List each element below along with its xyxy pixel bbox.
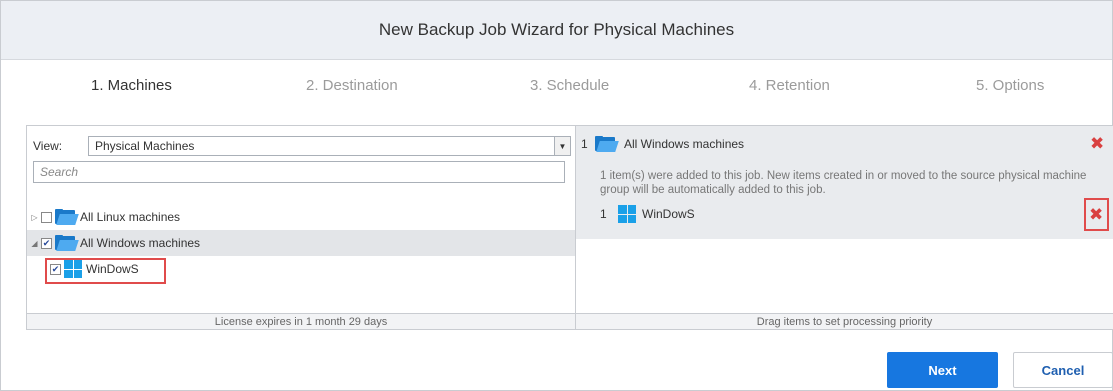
tree-item-linux[interactable]: ▷ All Linux machines [27,204,575,230]
chevron-down-icon[interactable]: ▼ [554,137,570,155]
selected-group-row: 1 All Windows machines [581,136,744,152]
remove-highlight [1084,198,1109,231]
inventory-panel: View: Physical Machines ▼ Search ▷ All L… [27,126,576,329]
view-select-value: Physical Machines [95,139,195,153]
item-order-number: 1 [600,207,607,221]
group-order-number: 1 [581,137,588,151]
checkbox[interactable] [41,211,52,223]
item-label: WinDowS [642,207,695,221]
machines-panels: View: Physical Machines ▼ Search ▷ All L… [26,125,1113,330]
next-button[interactable]: Next [887,352,998,388]
wizard-title: New Backup Job Wizard for Physical Machi… [1,1,1112,60]
group-description: 1 item(s) were added to this job. New it… [600,170,1087,196]
step-schedule[interactable]: 3. Schedule [530,77,609,94]
folder-icon [55,235,79,251]
search-input[interactable]: Search [33,161,565,183]
step-machines[interactable]: 1. Machines [91,77,172,94]
windows-icon [618,205,636,223]
checkbox-checked[interactable]: ✔ [41,237,52,249]
view-select[interactable]: Physical Machines ▼ [88,136,571,156]
tree-item-label: All Windows machines [80,236,201,250]
cancel-button[interactable]: Cancel [1013,352,1113,388]
view-row: View: [33,136,85,156]
selection-highlight [45,258,166,284]
step-options[interactable]: 5. Options [976,77,1044,94]
priority-hint: Drag items to set processing priority [576,313,1113,329]
folder-icon [595,136,619,152]
inventory-tree: ▷ All Linux machines ◢ ✔ All Windows mac… [27,204,575,284]
remove-group-icon[interactable]: ✖ [1090,135,1104,152]
step-destination[interactable]: 2. Destination [306,77,398,94]
tree-item-windows[interactable]: ◢ ✔ All Windows machines [27,230,575,256]
tree-item-label: All Linux machines [80,210,181,224]
wizard-steps: 1. Machines 2. Destination 3. Schedule 4… [1,61,1112,113]
selected-item-row[interactable]: 1 WinDowS [600,205,695,223]
folder-icon [55,209,79,225]
view-label: View: [33,139,63,153]
selected-items-panel: 1 All Windows machines ✖ 1 item(s) were … [576,126,1113,329]
expand-icon[interactable]: ▷ [30,213,39,222]
selected-group[interactable]: 1 All Windows machines ✖ 1 item(s) were … [576,126,1113,239]
collapse-icon[interactable]: ◢ [30,239,39,248]
license-status: License expires in 1 month 29 days [27,313,575,329]
step-retention[interactable]: 4. Retention [749,77,830,94]
group-label: All Windows machines [624,137,745,151]
